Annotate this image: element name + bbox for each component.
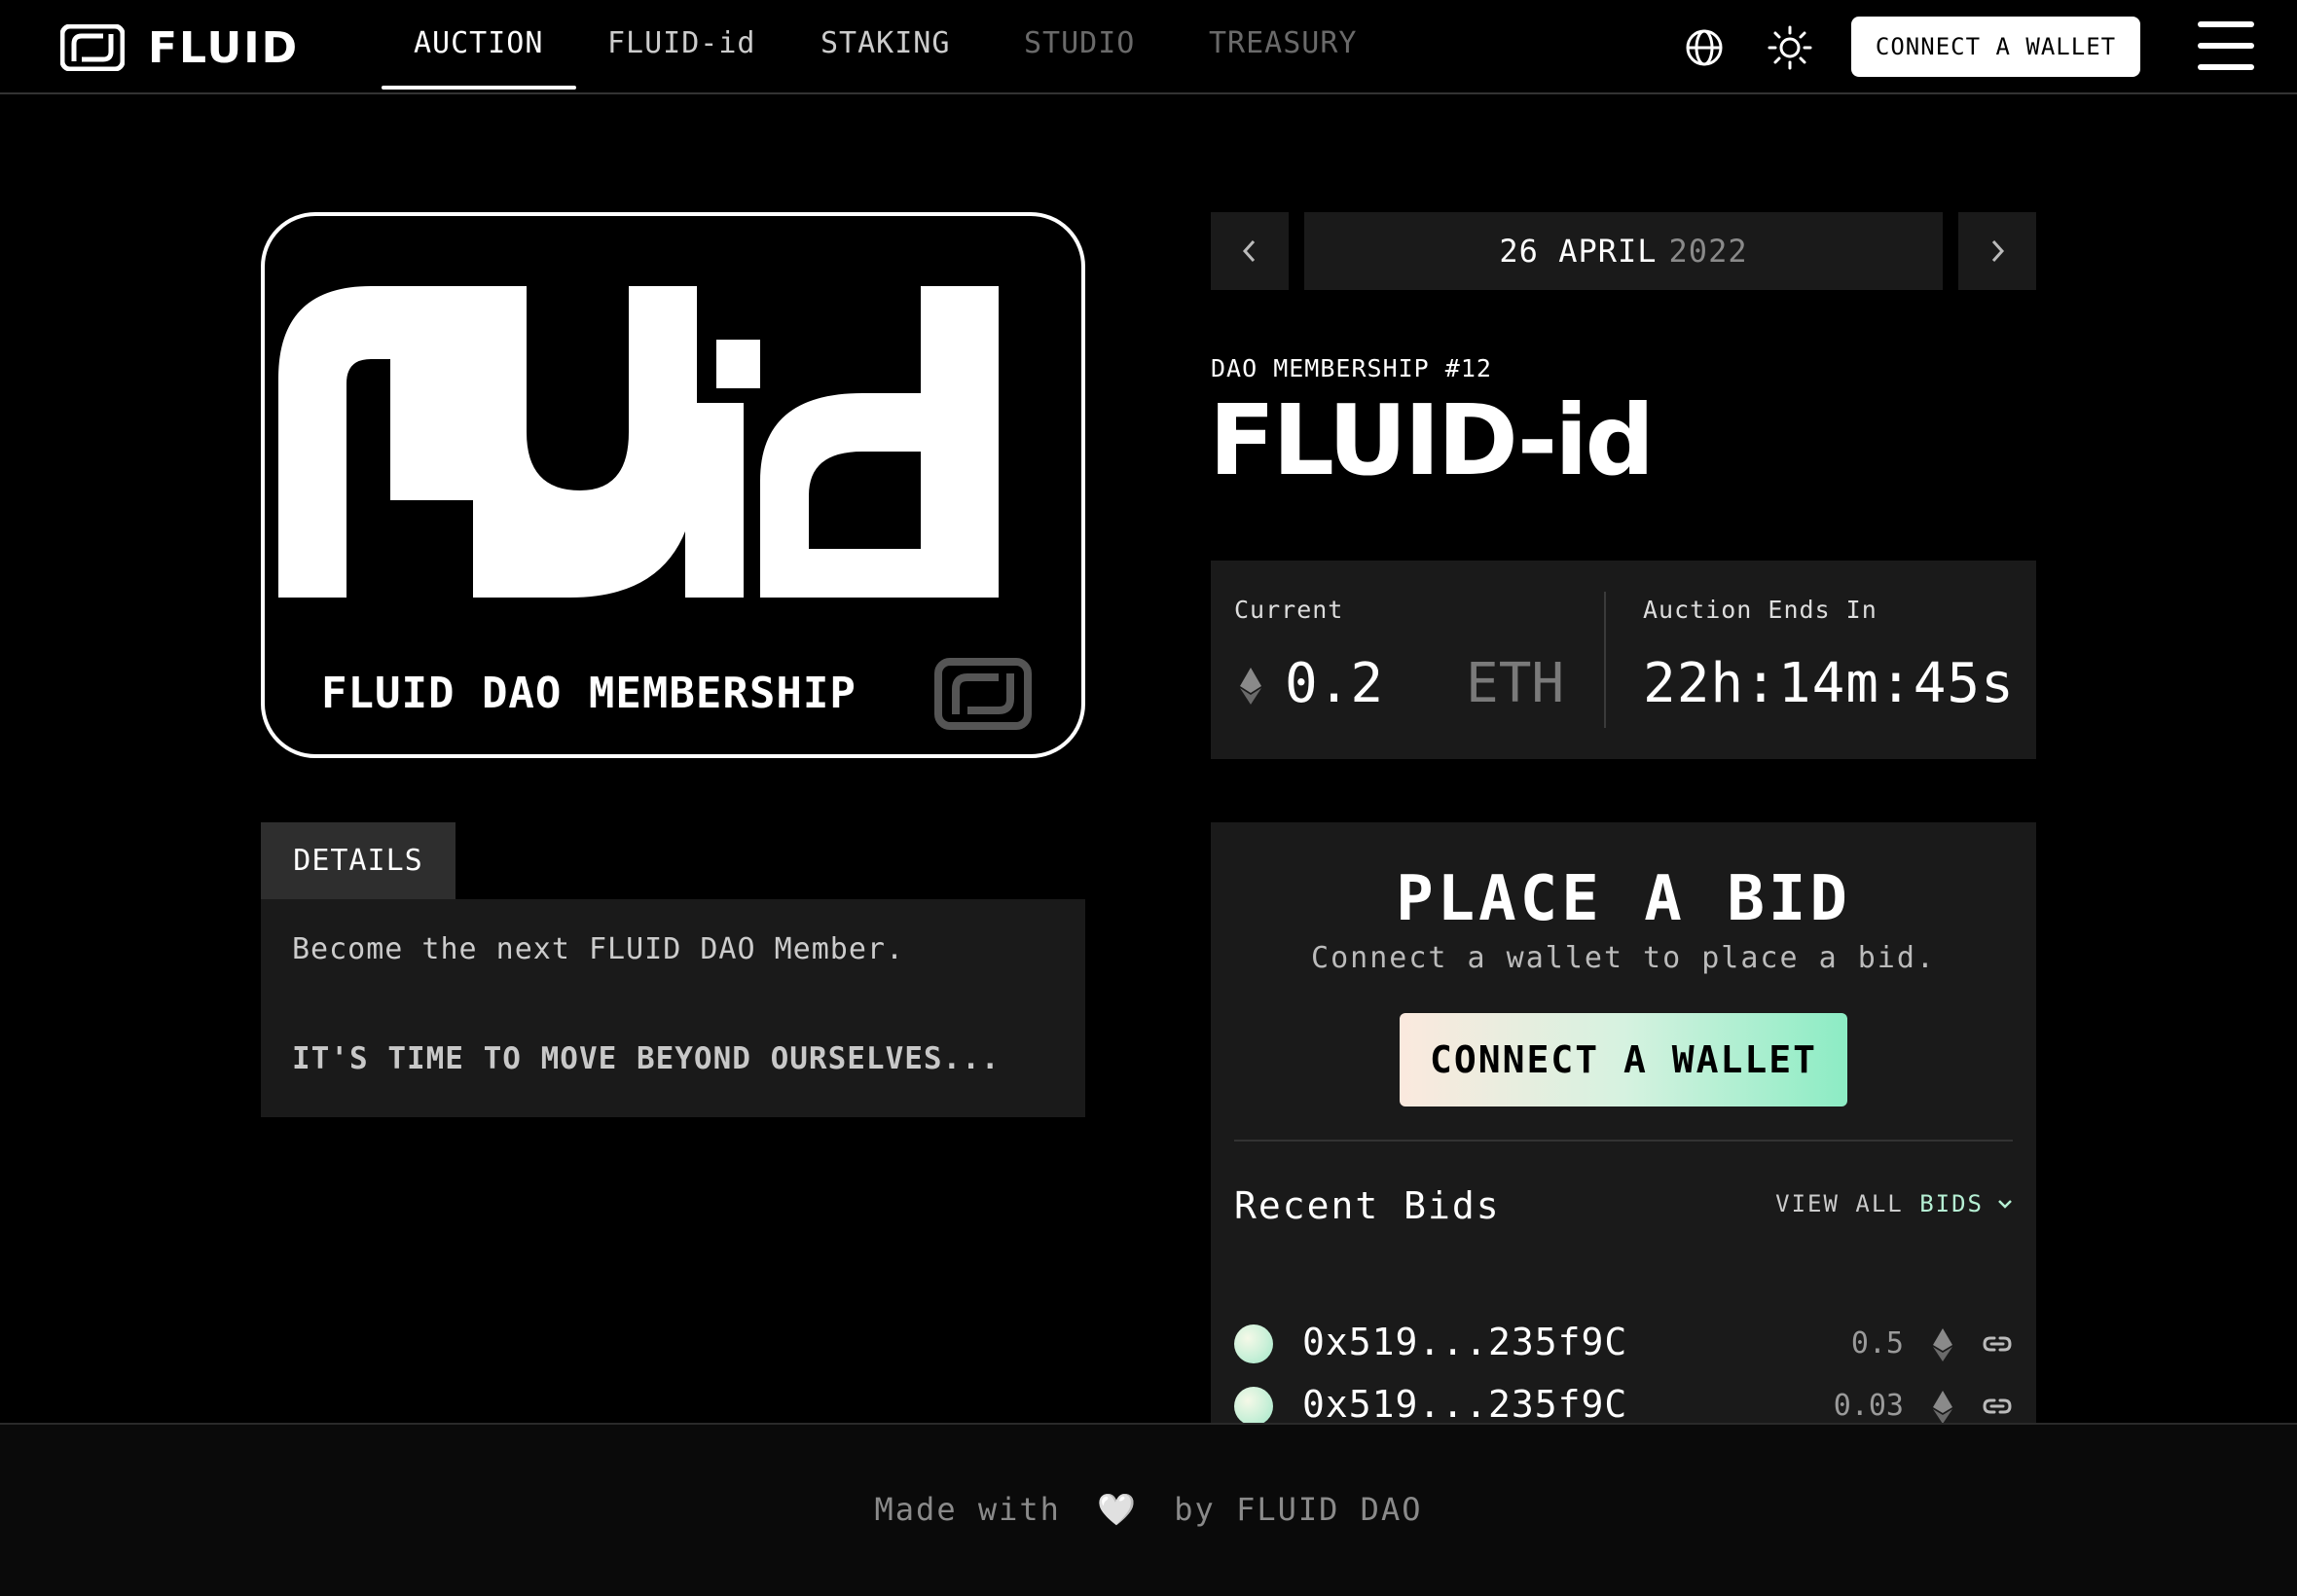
nft-image-card: FLUID DAO MEMBERSHIP [261,212,1085,758]
chevron-right-icon [1991,239,2005,263]
connect-wallet-button-header[interactable]: CONNECT A WALLET [1851,17,2140,77]
view-all-bids-button[interactable]: VIEW ALL BIDS [1775,1190,2013,1217]
current-bid-label: Current [1234,596,1344,624]
theme-toggle-button[interactable] [1764,21,1816,74]
nav-link-auction[interactable]: AUCTION [414,26,543,60]
place-bid-panel: PLACE A BID Connect a wallet to place a … [1211,822,2036,1426]
nft-caption: FLUID DAO MEMBERSHIP [321,669,857,718]
fluid-logo-icon [60,24,125,71]
heart-icon: 🤍 [1097,1491,1139,1528]
sun-icon [1768,25,1812,70]
brand-name: FLUID [148,22,300,73]
current-bid-value: 0.2 [1285,652,1384,715]
link-icon[interactable] [1982,1391,2013,1422]
language-button[interactable] [1678,21,1731,74]
previous-auction-button[interactable] [1211,212,1289,290]
footer: Made with 🤍 by FLUID DAO [0,1423,2297,1596]
details-panel: Become the next FLUID DAO Member. IT'S T… [261,899,1085,1117]
bid-amount: 0.5 [1850,1326,1904,1360]
connect-wallet-button[interactable]: CONNECT A WALLET [1400,1013,1847,1106]
link-icon[interactable] [1982,1328,2013,1360]
globe-icon [1686,29,1723,66]
bidder-avatar [1234,1324,1273,1363]
bid-row: 0x519...235f9C 0.5 [1234,1315,2013,1373]
brand-logo[interactable]: FLUID [60,22,300,73]
footer-suffix: by FLUID DAO [1174,1491,1423,1528]
bid-panel-divider [1234,1140,2013,1142]
current-bid-unit: ETH [1466,652,1565,715]
fluid-id-artwork [278,286,999,598]
hamburger-line [2198,64,2254,70]
active-tab-indicator [382,86,576,90]
auction-date: 26 APRIL 2022 [1304,212,1943,290]
top-nav: FLUID AUCTION FLUID-id STAKING STUDIO TR… [0,0,2297,94]
bid-row: 0x519...235f9C 0.03 [1234,1377,2013,1426]
chevron-down-icon [1998,1200,2012,1209]
view-all-label: VIEW ALL [1775,1190,1904,1217]
bidder-avatar [1234,1387,1273,1426]
auction-date-day-month: 26 APRIL [1499,233,1658,270]
chevron-left-icon [1242,239,1256,263]
nav-link-staking[interactable]: STAKING [820,26,950,60]
view-all-accent: BIDS [1919,1190,1984,1217]
footer-prefix: Made with [874,1491,1061,1528]
auction-ends-label: Auction Ends In [1643,596,1878,624]
recent-bids-title: Recent Bids [1234,1184,1501,1227]
next-auction-button[interactable] [1958,212,2036,290]
hamburger-menu-icon [2198,21,2254,27]
eth-icon [1933,1391,1952,1424]
membership-number: DAO MEMBERSHIP #12 [1211,354,1492,382]
bidder-address: 0x519...235f9C [1302,1321,1628,1363]
tab-details[interactable]: DETAILS [261,822,456,899]
auction-countdown: 22h:14m:45s [1643,652,2015,715]
nav-link-treasury[interactable]: TREASURY [1209,26,1358,60]
nav-link-fluid-id[interactable]: FLUID-id [607,26,756,60]
hamburger-line [2198,43,2254,49]
fluid-watermark-icon [934,658,1032,730]
place-bid-subheading: Connect a wallet to place a bid. [1311,941,1936,975]
place-bid-heading: PLACE A BID [1396,863,1851,935]
auction-title: FLUID-id [1209,383,1655,497]
bidder-address: 0x519...235f9C [1302,1383,1628,1426]
details-description: Become the next FLUID DAO Member. [292,932,905,966]
details-tagline: IT'S TIME TO MOVE BEYOND OURSELVES... [292,1041,1001,1076]
footer-credit: Made with 🤍 by FLUID DAO [0,1491,2297,1528]
auction-stats: Current 0.2 ETH Auction Ends In 22h:14m:… [1211,561,2036,759]
auction-date-year: 2022 [1668,233,1748,270]
eth-icon [1240,668,1261,705]
hamburger-menu-button[interactable] [2196,19,2256,72]
bid-amount: 0.03 [1833,1389,1904,1423]
eth-icon [1933,1328,1952,1361]
nav-link-studio[interactable]: STUDIO [1024,26,1135,60]
stats-divider [1604,592,1606,728]
